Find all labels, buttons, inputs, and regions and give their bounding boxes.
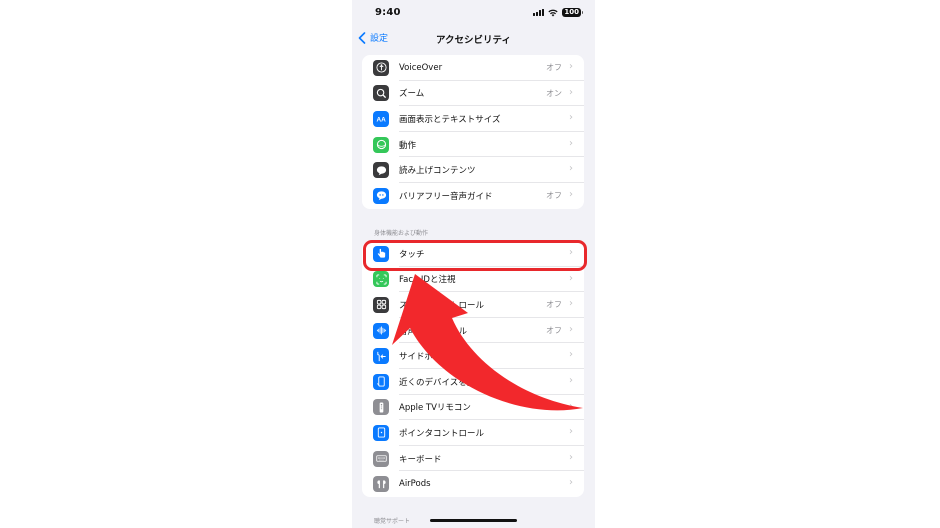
chevron-right-icon: ›	[569, 451, 573, 463]
settings-row[interactable]: バリアフリー音声ガイド オフ ›	[362, 183, 584, 209]
highlight-box	[363, 240, 587, 271]
keyboard-icon	[373, 450, 389, 467]
physical-settings-group: タッチ › Face IDと注視 › スイッチコントロール オフ › 音声コントロール オフ › サ…	[362, 241, 584, 497]
settings-row[interactable]: Apple TVリモコン ›	[362, 395, 584, 421]
row-label: 読み上げコンテンツ	[399, 166, 476, 177]
row-label: VoiceOver	[399, 62, 443, 73]
side-button-icon	[373, 348, 389, 365]
chevron-right-icon: ›	[569, 188, 573, 200]
status-time: 9:40	[375, 7, 401, 18]
chevron-right-icon: ›	[569, 163, 573, 175]
chevron-right-icon: ›	[569, 298, 573, 310]
chevron-right-icon: ›	[569, 349, 573, 361]
row-label: 近くのデバイスを操作	[399, 377, 484, 388]
chevron-right-icon: ›	[569, 112, 573, 124]
zoom-icon	[373, 85, 389, 102]
navigation-bar: 設定 アクセシビリティ	[352, 28, 595, 50]
row-label: 音声コントロール	[399, 326, 468, 337]
row-label: Face IDと注視	[399, 275, 456, 286]
chevron-right-icon: ›	[569, 477, 573, 489]
row-label: サイドボタン	[399, 352, 451, 363]
row-value: オフ	[546, 191, 562, 201]
chevron-right-icon: ›	[569, 323, 573, 335]
row-label: AirPods	[399, 479, 431, 490]
row-value: オフ	[546, 63, 562, 73]
chevron-right-icon: ›	[569, 400, 573, 412]
settings-row[interactable]: AirPods ›	[362, 471, 584, 497]
battery-icon: 100	[562, 8, 583, 17]
chevron-right-icon: ›	[569, 86, 573, 98]
status-bar: 9:40 100	[352, 0, 595, 28]
cellular-signal-icon	[533, 9, 545, 16]
pointer-control-icon	[373, 424, 389, 441]
row-value: オフ	[546, 300, 562, 310]
chevron-right-icon: ›	[569, 272, 573, 284]
row-label: スイッチコントロール	[399, 300, 485, 311]
settings-row[interactable]: 読み上げコンテンツ ›	[362, 157, 584, 183]
row-label: ポインタコントロール	[399, 428, 485, 439]
row-value: オン	[546, 88, 562, 98]
face-id-icon	[373, 271, 389, 288]
motion-icon	[373, 136, 389, 153]
switch-control-icon	[373, 296, 389, 313]
settings-row[interactable]: 近くのデバイスを操作 ›	[362, 369, 584, 395]
settings-row[interactable]: スイッチコントロール オフ ›	[362, 292, 584, 318]
voiceover-icon	[373, 59, 389, 76]
wifi-icon	[548, 9, 558, 16]
settings-row[interactable]: ズーム オン ›	[362, 81, 584, 107]
row-label: 画面表示とテキストサイズ	[399, 114, 501, 125]
home-indicator	[430, 519, 517, 522]
settings-row[interactable]: 音声コントロール オフ ›	[362, 318, 584, 344]
section-header-physical: 身体機能および動作	[374, 230, 429, 237]
row-value: オフ	[546, 326, 562, 336]
row-label: Apple TVリモコン	[399, 403, 471, 414]
row-label: 動作	[399, 140, 417, 151]
chevron-right-icon: ›	[569, 374, 573, 386]
settings-row[interactable]: 動作 ›	[362, 132, 584, 158]
page-title: アクセシビリティ	[436, 35, 511, 46]
settings-row[interactable]: VoiceOver オフ ›	[362, 55, 584, 81]
spoken-content-icon	[373, 162, 389, 179]
settings-row[interactable]: AA 画面表示とテキストサイズ ›	[362, 106, 584, 132]
vision-settings-group: VoiceOver オフ › ズーム オン › AA 画面表示とテキストサイズ › 動作 › 読み上げ…	[362, 55, 584, 209]
tv-remote-icon	[373, 399, 389, 416]
row-label: ズーム	[399, 89, 425, 100]
chevron-right-icon: ›	[569, 61, 573, 72]
settings-row[interactable]: サイドボタン ›	[362, 343, 584, 369]
row-label: バリアフリー音声ガイド	[399, 191, 493, 202]
section-header-hearing: 聴覚サポート	[374, 518, 411, 525]
chevron-right-icon: ›	[569, 426, 573, 438]
row-label: キーボード	[399, 454, 442, 465]
voice-control-icon	[373, 322, 389, 339]
chevron-right-icon: ›	[569, 137, 573, 149]
audio-description-icon	[373, 187, 389, 204]
settings-row[interactable]: ポインタコントロール ›	[362, 420, 584, 446]
text-size-icon: AA	[373, 110, 389, 127]
nearby-devices-icon	[373, 373, 389, 390]
svg-text:AA: AA	[376, 117, 386, 124]
airpods-icon	[373, 476, 389, 493]
settings-row[interactable]: キーボード ›	[362, 446, 584, 472]
